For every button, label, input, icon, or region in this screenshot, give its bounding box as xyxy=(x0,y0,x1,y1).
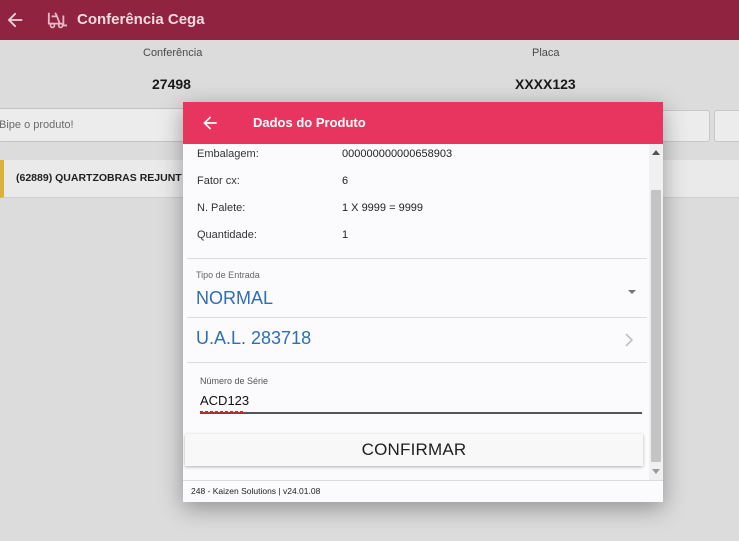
fator-cx-value: 6 xyxy=(342,175,349,187)
embalagem-label: Embalagem: xyxy=(197,148,259,160)
placa-value: XXXX123 xyxy=(515,76,576,92)
product-data-dialog: Dados do Produto Embalagem: 000000000000… xyxy=(183,102,663,502)
arrow-left-icon[interactable] xyxy=(4,9,26,31)
spellcheck-underline xyxy=(200,411,245,413)
serial-number-field: Número de Série xyxy=(191,364,647,418)
conferencia-label: Conferência xyxy=(143,47,203,59)
forklift-icon xyxy=(47,12,67,29)
dialog-title: Dados do Produto xyxy=(253,115,366,130)
serial-number-input[interactable] xyxy=(200,390,642,414)
n-palete-label: N. Palete: xyxy=(197,202,246,214)
tipo-entrada-label: Tipo de Entrada xyxy=(196,270,260,280)
confirm-button[interactable]: CONFIRMAR xyxy=(185,434,643,466)
product-name: (62889) QUARTZOBRAS REJUNT xyxy=(16,172,182,184)
scan-action-button[interactable] xyxy=(660,110,710,142)
footer-version: 248 - Kaizen Solutions | v24.01.08 xyxy=(191,486,321,496)
dialog-scrollbar[interactable] xyxy=(649,144,663,480)
placa-label: Placa xyxy=(532,47,560,59)
scrollbar-thumb[interactable] xyxy=(651,190,661,462)
tipo-entrada-select[interactable]: NORMAL xyxy=(196,288,273,309)
chevron-right-icon xyxy=(625,333,634,347)
n-palete-value: 1 X 9999 = 9999 xyxy=(342,202,424,214)
fator-cx-label: Fator cx: xyxy=(197,175,240,187)
serial-number-label: Número de Série xyxy=(200,376,269,386)
dropdown-caret-icon[interactable] xyxy=(627,288,637,296)
dialog-footer: 248 - Kaizen Solutions | v24.01.08 xyxy=(183,480,663,502)
scroll-down-arrow-icon[interactable] xyxy=(652,468,660,474)
ual-value: U.A.L. 283718 xyxy=(196,328,312,348)
divider xyxy=(187,362,647,363)
scan-extra-button[interactable] xyxy=(714,110,739,142)
arrow-left-icon[interactable] xyxy=(200,113,220,133)
divider xyxy=(187,258,647,259)
dialog-header: Dados do Produto xyxy=(183,102,663,144)
quantidade-value: 1 xyxy=(342,229,349,241)
dialog-body: Embalagem: 000000000000658903 Fator cx: … xyxy=(183,144,663,480)
scroll-up-arrow-icon[interactable] xyxy=(652,150,660,156)
embalagem-value: 000000000000658903 xyxy=(342,148,453,160)
app-header: Conferência Cega xyxy=(0,0,739,40)
page-title: Conferência Cega xyxy=(77,11,205,28)
quantidade-label: Quantidade: xyxy=(197,229,257,241)
scan-product-input[interactable] xyxy=(0,108,188,142)
conferencia-value: 27498 xyxy=(152,76,191,92)
ual-row[interactable]: U.A.L. 283718 xyxy=(183,318,647,362)
